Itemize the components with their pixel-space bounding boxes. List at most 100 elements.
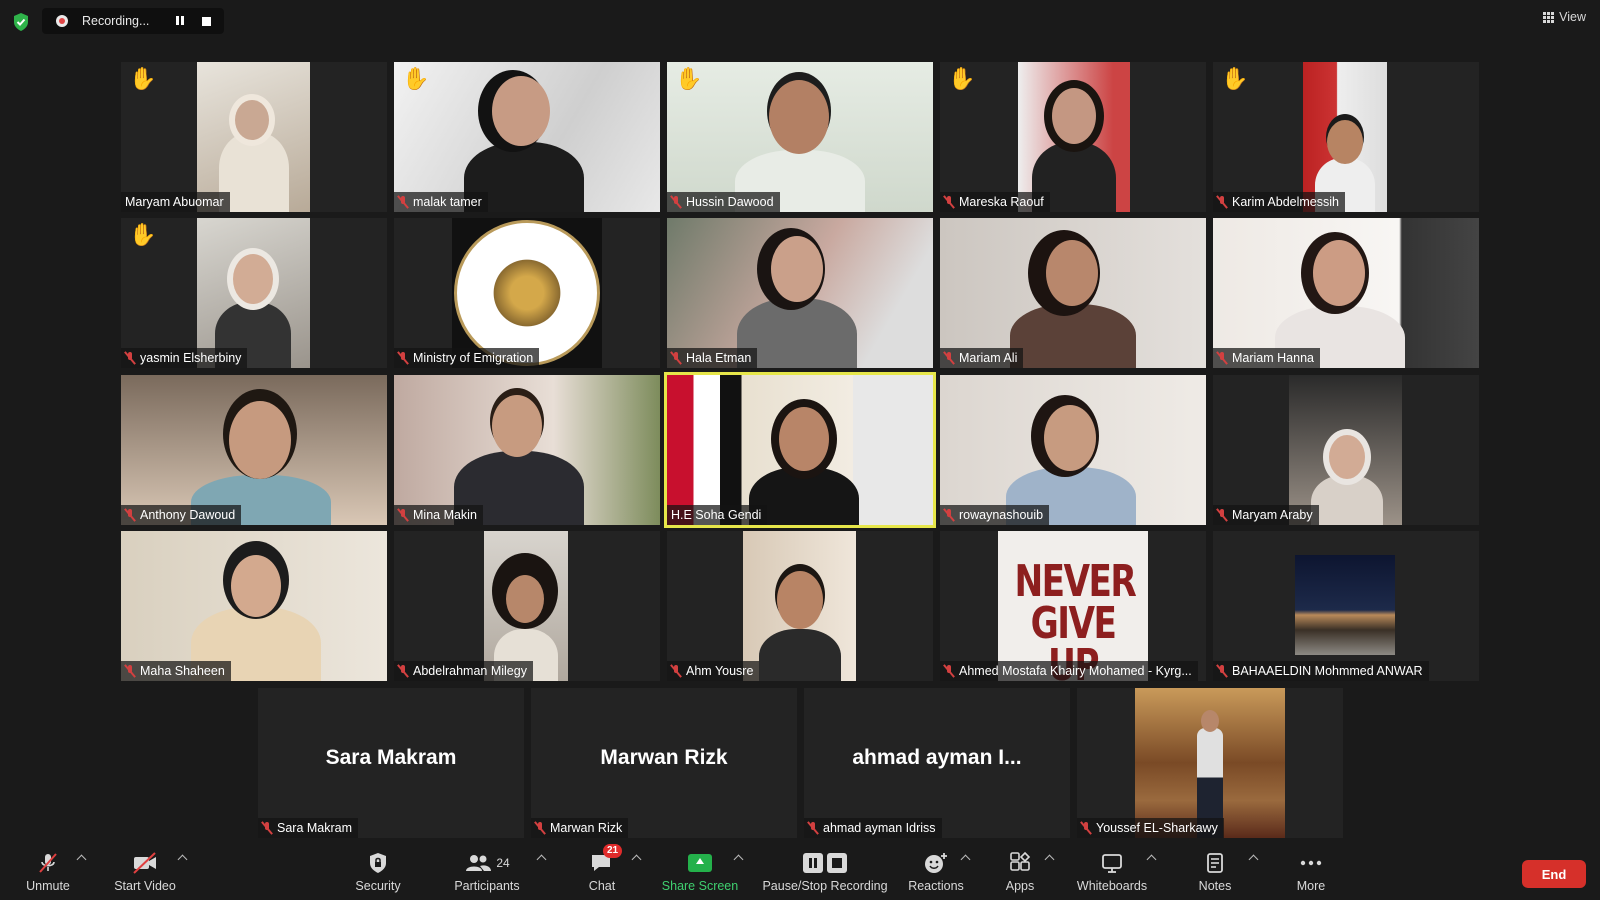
recording-dot-icon [56,15,68,27]
video-off-icon [133,852,156,874]
participants-button[interactable]: 24 Participants [442,850,532,893]
participant-nameplate: Mariam Ali [940,348,1024,368]
participant-tile[interactable]: Anthony Dawoud [121,375,387,525]
participant-nameplate: Maha Shaheen [121,661,231,681]
participant-nameplate: Mariam Hanna [1213,348,1320,368]
chat-unread-badge: 21 [603,844,623,858]
participant-nameplate: Karim Abdelmessih [1213,192,1345,212]
participant-tile[interactable]: rowaynashouib [940,375,1206,525]
participant-nameplate: Sara Makram [258,818,359,838]
participant-tile[interactable]: ahmad ayman I... ahmad ayman Idriss [804,688,1070,838]
mic-muted-icon [125,351,135,365]
participant-nameplate: Ahm Yousre [667,661,760,681]
shield-icon [370,853,386,873]
mic-muted-icon [398,508,408,522]
mic-muted-icon [944,195,954,209]
start-video-button[interactable]: Start Video [100,850,190,893]
participant-video [759,629,841,681]
participant-tile[interactable]: Maha Shaheen [121,531,387,681]
participant-nameplate: Maryam Abuomar [121,192,230,212]
participant-tile[interactable]: Mariam Hanna [1213,218,1479,368]
participant-nameplate: H.E Soha Gendi [667,505,768,525]
participant-tile[interactable]: ✋ malak tamer [394,62,660,212]
participant-video [1010,304,1136,368]
recording-status: Recording... [82,14,150,28]
participant-tile[interactable]: BAHAAELDIN Mohmmed ANWAR [1213,531,1479,681]
security-button[interactable]: Security [333,850,423,893]
video-off-name: ahmad ayman I... [852,746,1022,769]
participant-tile[interactable]: ✋ Mareska Raouf [940,62,1206,212]
participant-tile[interactable]: Mina Makin [394,375,660,525]
participant-nameplate: BAHAAELDIN Mohmmed ANWAR [1213,661,1429,681]
participant-nameplate: Youssef EL-Sharkawy [1077,818,1224,838]
participant-tile[interactable]: Sara Makram Sara Makram [258,688,524,838]
active-speaker-tile[interactable]: H.E Soha Gendi [667,375,933,525]
mic-muted-icon [125,508,135,522]
participant-tile[interactable]: ✋ yasmin Elsherbiny [121,218,387,368]
participant-tile[interactable]: ✋ Maryam Abuomar [121,62,387,212]
participant-nameplate: Hussin Dawood [667,192,780,212]
participant-nameplate: Ministry of Emigration [394,348,540,368]
notes-button[interactable]: Notes [1170,850,1260,893]
mic-muted-icon [944,351,954,365]
participant-tile[interactable]: ✋ Karim Abdelmessih [1213,62,1479,212]
video-off-name: Marwan Rizk [600,746,728,769]
participant-tile[interactable]: Maryam Araby [1213,375,1479,525]
raised-hand-icon: ✋ [129,66,157,91]
participants-options-caret-icon[interactable] [536,854,547,865]
participant-tile[interactable]: Youssef EL-Sharkawy [1077,688,1343,838]
whiteboard-icon [1102,854,1122,873]
participant-nameplate: malak tamer [394,192,488,212]
stop-recording-icon[interactable] [202,16,211,26]
view-label: View [1559,10,1586,24]
mic-muted-icon [944,508,954,522]
participant-tile[interactable]: ✋ Hussin Dawood [667,62,933,212]
participant-count: 24 [496,856,510,870]
participant-tile[interactable]: Mariam Ali [940,218,1206,368]
participant-tile[interactable]: Hala Etman [667,218,933,368]
end-meeting-button[interactable]: End [1522,860,1586,888]
participant-nameplate: rowaynashouib [940,505,1050,525]
participant-tile[interactable]: Marwan Rizk Marwan Rizk [531,688,797,838]
participant-nameplate: Maryam Araby [1213,505,1319,525]
participant-nameplate: Anthony Dawoud [121,505,242,525]
participant-nameplate: yasmin Elsherbiny [121,348,248,368]
stop-icon [827,853,847,873]
grid-view-icon [1543,11,1555,23]
notes-icon [1207,853,1223,873]
mic-muted-icon [1217,508,1227,522]
participant-video [1311,475,1383,525]
mic-muted-icon [398,664,408,678]
participant-tile[interactable]: Abdelrahman Milegy [394,531,660,681]
shield-icon[interactable] [12,12,30,32]
whiteboards-button[interactable]: Whiteboards [1067,850,1157,893]
participant-tile[interactable]: Ahm Yousre [667,531,933,681]
participant-tile[interactable]: NEVER GIVE UP Ahmed Mostafa Khairy Moham… [940,531,1206,681]
more-dots-icon [1300,860,1322,866]
participant-nameplate: ahmad ayman Idriss [804,818,942,838]
share-screen-button[interactable]: Share Screen [655,850,745,893]
mic-muted-icon [535,821,545,835]
raised-hand-icon: ✋ [402,66,430,91]
participant-nameplate: Mareska Raouf [940,192,1050,212]
raised-hand-icon: ✋ [675,66,703,91]
recording-indicator: Recording... [42,8,224,34]
mic-muted-icon [1217,351,1227,365]
participant-tile[interactable]: Ministry of Emigration [394,218,660,368]
participant-avatar-image [1295,555,1395,655]
view-button[interactable]: View [1543,10,1586,24]
video-off-name: Sara Makram [325,746,457,769]
more-button[interactable]: More [1266,850,1356,893]
pause-recording-icon[interactable] [174,15,186,27]
raised-hand-icon: ✋ [948,66,976,91]
emoji-plus-icon [925,853,947,873]
mic-muted-icon [1217,195,1227,209]
participant-nameplate: Mina Makin [394,505,483,525]
pause-stop-recording-button[interactable]: Pause/Stop Recording [762,850,888,893]
mic-muted-icon [398,195,408,209]
raised-hand-icon: ✋ [129,222,157,247]
pause-icon [803,853,823,873]
participant-nameplate: Abdelrahman Milegy [394,661,533,681]
mic-muted-icon [671,195,681,209]
mic-muted-icon [125,664,135,678]
